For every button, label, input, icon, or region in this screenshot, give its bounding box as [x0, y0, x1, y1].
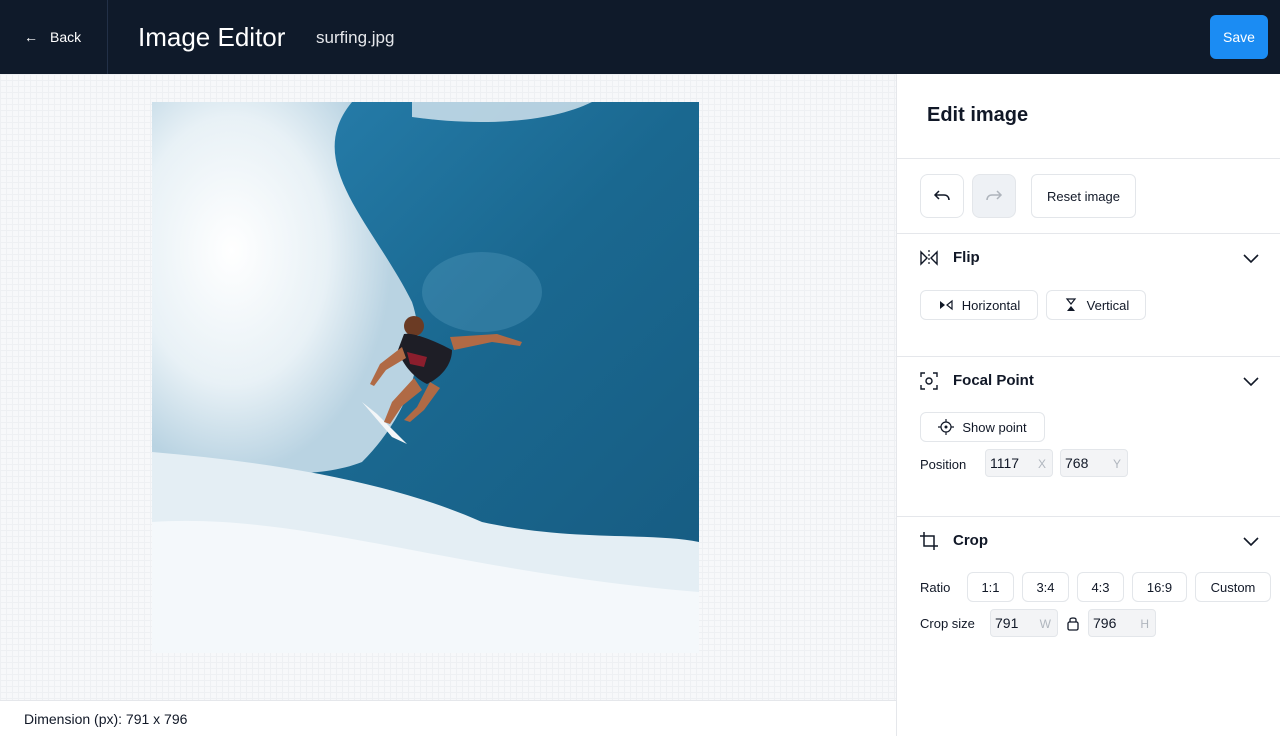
- ratio-option-label: 3:4: [1036, 579, 1055, 595]
- ratio-custom-button[interactable]: Custom: [1195, 572, 1271, 602]
- file-name: surfing.jpg: [316, 28, 395, 47]
- horizontal-label: Horizontal: [961, 297, 1021, 313]
- crop-height-value: 796: [1093, 615, 1117, 631]
- focal-x-unit: X: [1037, 457, 1046, 471]
- focal-y-unit: Y: [1112, 457, 1121, 471]
- ratio-option-label: 4:3: [1091, 579, 1110, 595]
- edit-panel: Edit image Reset image Flip Horizontal V…: [896, 74, 1280, 736]
- back-label: Back: [50, 29, 82, 45]
- ratio-4-3-button[interactable]: 4:3: [1077, 572, 1124, 602]
- focal-x-value: 1117: [990, 455, 1020, 471]
- vertical-label: Vertical: [1086, 297, 1130, 313]
- divider: [897, 233, 1280, 234]
- flip-title: Flip: [953, 249, 980, 266]
- status-bar: Dimension (px): 791 x 796: [0, 700, 896, 736]
- ratio-1-1-button[interactable]: 1:1: [967, 572, 1014, 602]
- chevron-down-icon[interactable]: [1241, 371, 1261, 391]
- surfing-photo[interactable]: [152, 102, 699, 653]
- crop-icon: [920, 532, 938, 550]
- ratio-label: Ratio: [920, 580, 951, 595]
- ratio-16-9-button[interactable]: 16:9: [1132, 572, 1187, 602]
- reset-image-button[interactable]: Reset image: [1031, 174, 1136, 218]
- divider: [897, 158, 1280, 159]
- focal-y-value: 768: [1065, 455, 1089, 471]
- flip-horizontal-button[interactable]: Horizontal: [920, 290, 1038, 320]
- divider: [897, 516, 1280, 517]
- photo-illustration: [152, 102, 699, 653]
- panel-title: Edit image: [927, 104, 1029, 126]
- crop-width-value: 791: [995, 615, 1019, 631]
- crop-height-input[interactable]: 796 H: [1088, 609, 1156, 637]
- crop-height-unit: H: [1140, 617, 1149, 631]
- top-bar: ← Back Image Editor surfing.jpg Save: [0, 0, 1280, 74]
- flip-horizontal-icon: [939, 299, 953, 311]
- redo-button[interactable]: [972, 174, 1016, 218]
- dimension-text: Dimension (px): 791 x 796: [24, 711, 188, 727]
- ratio-option-label: 1:1: [981, 579, 1000, 595]
- undo-icon: [933, 190, 950, 201]
- position-label: Position: [920, 457, 967, 472]
- show-point-button[interactable]: Show point: [920, 412, 1045, 442]
- redo-icon: [986, 190, 1003, 201]
- flip-vertical-icon: [1065, 298, 1076, 311]
- crop-width-unit: W: [1039, 617, 1051, 631]
- back-button[interactable]: ← Back: [0, 0, 108, 74]
- focal-point-title: Focal Point: [953, 372, 1034, 389]
- flip-vertical-button[interactable]: Vertical: [1046, 290, 1146, 320]
- ratio-option-label: 16:9: [1146, 579, 1173, 595]
- lock-icon[interactable]: [1066, 615, 1080, 631]
- divider: [897, 356, 1280, 357]
- reset-image-label: Reset image: [1047, 188, 1120, 204]
- focal-y-input[interactable]: 768 Y: [1060, 449, 1128, 477]
- chevron-down-icon[interactable]: [1241, 248, 1261, 268]
- image-canvas: [0, 74, 896, 700]
- show-point-label: Show point: [962, 419, 1027, 435]
- arrow-left-icon: ←: [24, 29, 38, 45]
- focal-x-input[interactable]: 1117 X: [985, 449, 1053, 477]
- crop-title: Crop: [953, 532, 988, 549]
- crop-width-input[interactable]: 791 W: [990, 609, 1058, 637]
- chevron-down-icon[interactable]: [1241, 531, 1261, 551]
- crop-size-label: Crop size: [920, 616, 975, 631]
- focal-point-icon: [920, 372, 938, 390]
- app-title: Image Editor: [138, 22, 286, 52]
- undo-button[interactable]: [920, 174, 964, 218]
- crosshair-icon: [938, 419, 955, 435]
- save-button[interactable]: Save: [1210, 15, 1268, 59]
- flip-icon: [920, 250, 938, 266]
- ratio-3-4-button[interactable]: 3:4: [1022, 572, 1069, 602]
- ratio-option-label: Custom: [1210, 579, 1256, 595]
